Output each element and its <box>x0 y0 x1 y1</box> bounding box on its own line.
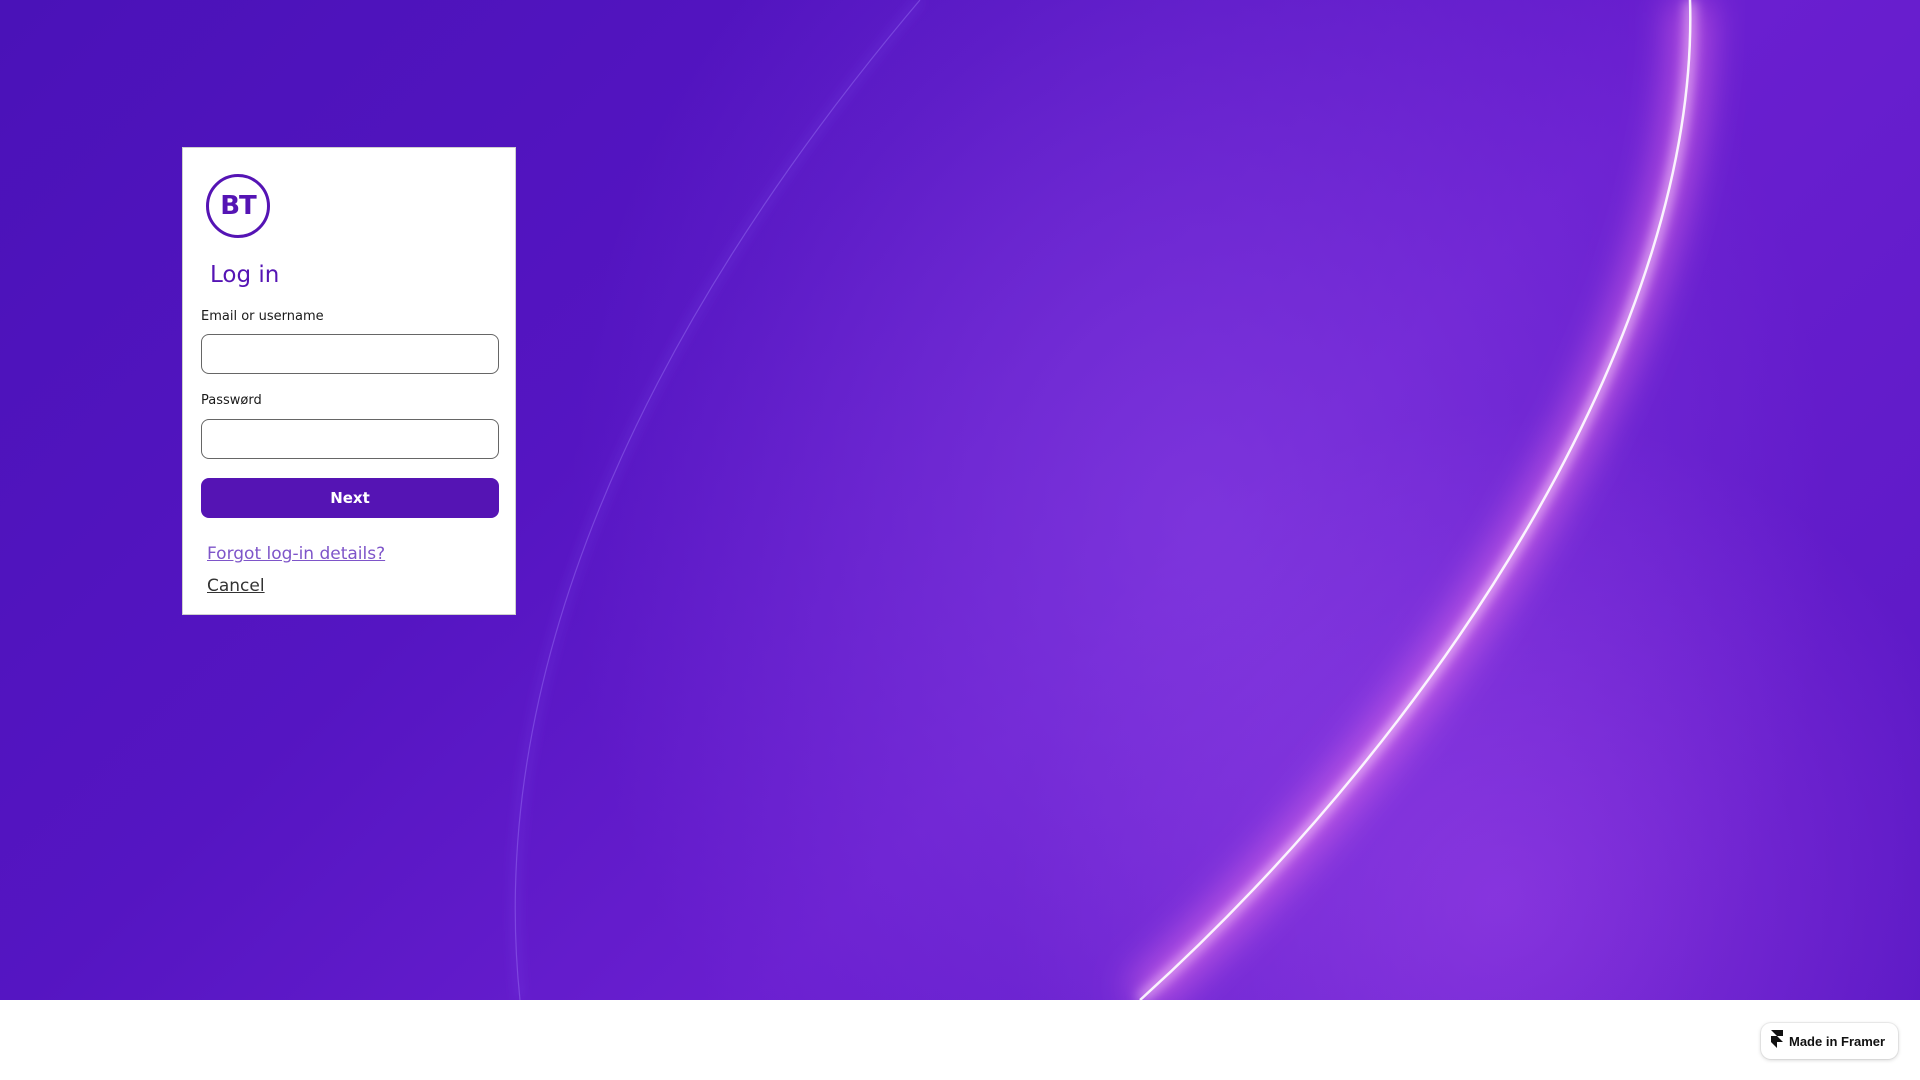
next-button[interactable]: Next <box>201 478 499 518</box>
hero-background: BT Log in Email or username Passwørd Nex… <box>0 0 1920 1000</box>
email-label: Email or username <box>201 309 324 324</box>
made-in-framer-label: Made in Framer <box>1789 1033 1886 1049</box>
page-title: Log in <box>210 262 280 288</box>
cancel-link[interactable]: Cancel <box>207 576 265 596</box>
login-card: BT Log in Email or username Passwørd Nex… <box>182 147 516 615</box>
password-label: Passwørd <box>201 393 262 408</box>
email-field[interactable] <box>201 334 499 374</box>
bt-logo-text: BT <box>220 191 257 221</box>
framer-icon <box>1771 1029 1783 1053</box>
forgot-login-link[interactable]: Forgot log-in details? <box>207 544 385 564</box>
made-in-framer-badge[interactable]: Made in Framer <box>1761 1023 1898 1059</box>
bt-logo: BT <box>206 174 270 238</box>
password-field[interactable] <box>201 419 499 459</box>
